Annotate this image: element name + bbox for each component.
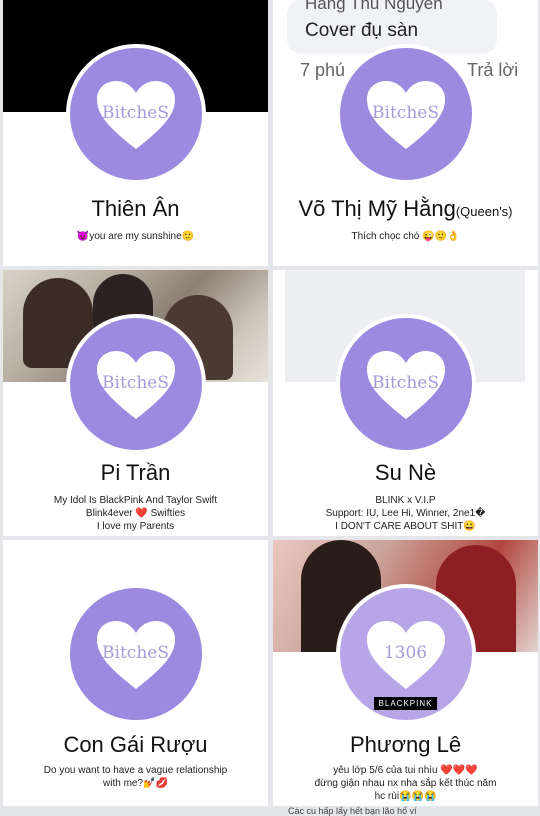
comment-author[interactable]: Hằng Thu Nguyễn xyxy=(305,0,443,14)
friends-grid: BitcheS Thiên Ân 😈you are my sunshine🙂 H… xyxy=(0,0,540,816)
friend-bio: Thích chọc chó 😜🙂👌 xyxy=(351,231,460,242)
friend-name[interactable]: Su Nè xyxy=(273,460,538,486)
friend-card[interactable]: 1306 BLACKPINK Phương Lê yêu lớp 5/6 của… xyxy=(273,540,538,806)
friend-bio: Do you want to have a vague relationship… xyxy=(43,765,228,789)
avatar-text: BitcheS xyxy=(102,643,169,664)
comment-time: 7 phú xyxy=(300,60,346,80)
heart-icon: BitcheS xyxy=(95,349,177,421)
avatar-text: BitcheS xyxy=(372,103,439,124)
avatar-text: BitcheS xyxy=(102,373,169,394)
avatar-text: BitcheS xyxy=(372,373,439,394)
friend-bio: 😈you are my sunshine🙂 xyxy=(76,231,195,242)
avatar-text: 1306 xyxy=(383,643,428,664)
friend-name[interactable]: Thiên Ân xyxy=(3,196,268,222)
friend-card[interactable]: Hằng Thu Nguyễn Cover đụ sàn 7 phú Trả l… xyxy=(273,0,538,266)
heart-icon: BitcheS xyxy=(365,79,447,151)
heart-icon: BitcheS xyxy=(95,79,177,151)
heart-icon: BitcheS xyxy=(95,619,177,691)
avatar[interactable]: 1306 BLACKPINK xyxy=(335,584,476,724)
heart-icon: 1306 xyxy=(365,619,447,691)
heart-icon: BitcheS xyxy=(365,349,447,421)
friend-card[interactable]: BitcheS Pi Trần My Idol Is BlackPink And… xyxy=(3,270,268,536)
friend-name[interactable]: Võ Thị Mỹ Hằng(Queen's) xyxy=(273,196,538,222)
avatar[interactable]: BitcheS xyxy=(65,44,206,184)
friend-bio: yêu lớp 5/6 của tui nhìu ❤️❤️❤️ đừng giậ… xyxy=(314,765,497,802)
friend-card[interactable]: BitcheS Su Nè BLINK x V.I.P Support: IU,… xyxy=(273,270,538,536)
avatar[interactable]: BitcheS xyxy=(65,314,206,454)
avatar-text: BitcheS xyxy=(102,103,169,124)
friend-bio: My Idol Is BlackPink And Taylor Swift Bl… xyxy=(53,495,218,532)
friend-name[interactable]: Con Gái Rượu xyxy=(3,732,268,758)
friend-bio: BLINK x V.I.P Support: IU, Lee Hi, Winne… xyxy=(325,495,486,532)
avatar[interactable]: BitcheS xyxy=(65,584,206,724)
blackpink-logo: BLACKPINK xyxy=(373,697,438,710)
avatar[interactable]: BitcheS xyxy=(335,314,476,454)
friend-card[interactable]: BitcheS Thiên Ân 😈you are my sunshine🙂 xyxy=(3,0,268,266)
friend-name[interactable]: Phương Lê xyxy=(273,732,538,758)
friend-name[interactable]: Pi Trần xyxy=(3,460,268,486)
next-row-text: Các cu hấp lấy hết bạn lão hổ ví xyxy=(288,806,417,816)
comment-text: Cover đụ sàn xyxy=(305,20,419,41)
reply-link[interactable]: Trả lời xyxy=(467,60,518,81)
friend-card[interactable]: BitcheS Con Gái Rượu Do you want to have… xyxy=(3,540,268,806)
avatar[interactable]: BitcheS xyxy=(335,44,476,184)
